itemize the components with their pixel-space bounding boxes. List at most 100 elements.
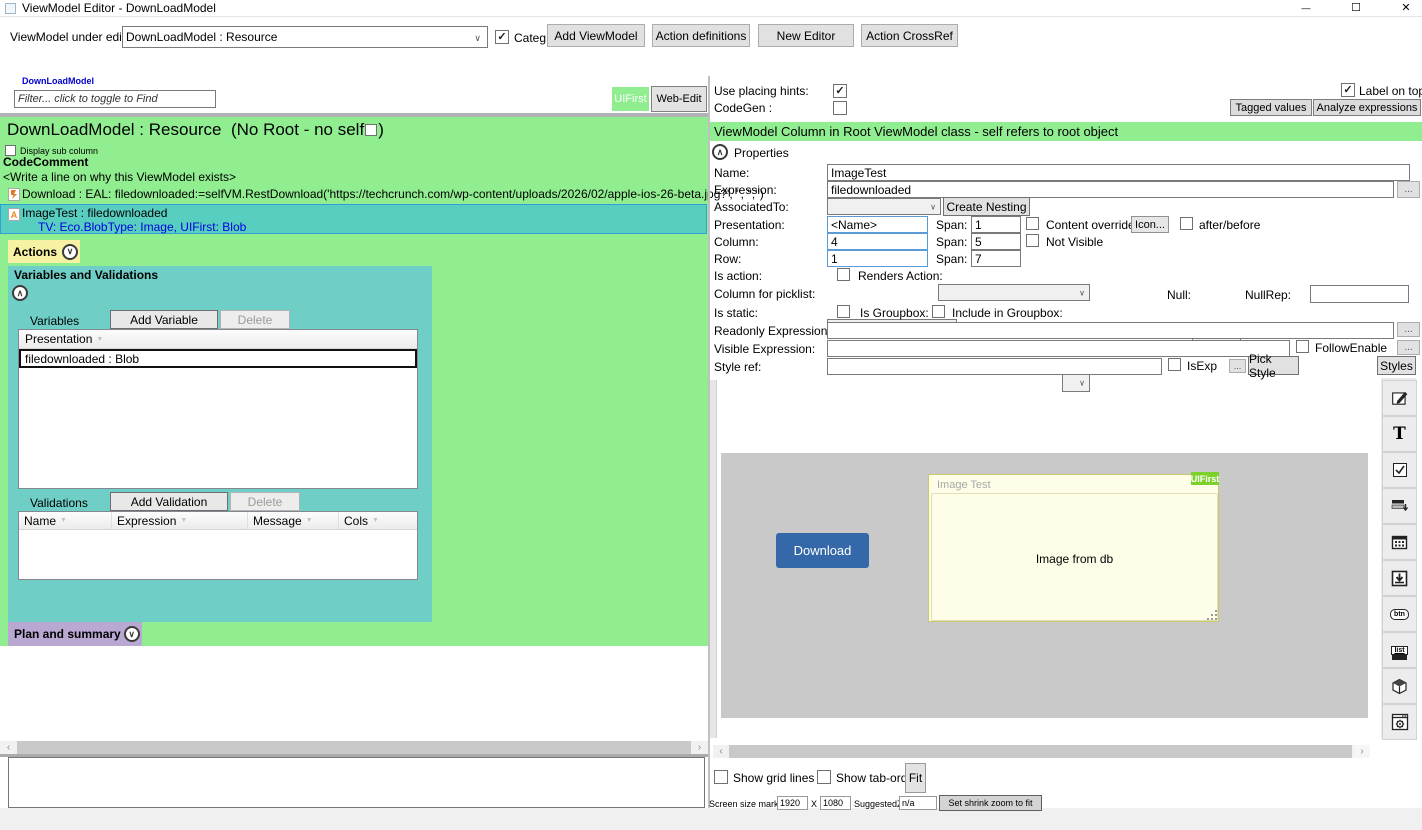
- filter-icon[interactable]: ▼: [96, 336, 103, 343]
- column-header-cols[interactable]: Cols ▼: [339, 512, 417, 529]
- icon-button[interactable]: Icon...: [1131, 216, 1169, 233]
- variables-collapse-icon[interactable]: ∧: [12, 285, 28, 301]
- add-viewmodel-button[interactable]: Add ViewModel: [547, 24, 645, 47]
- scroll-left-icon[interactable]: ‹: [713, 745, 729, 758]
- analyze-expressions-button[interactable]: Analyze expressions: [1313, 99, 1421, 116]
- span1-input[interactable]: 1: [971, 216, 1021, 233]
- combobox-control-icon[interactable]: [1382, 488, 1417, 524]
- scroll-right-icon[interactable]: ›: [691, 741, 708, 754]
- window-settings-icon[interactable]: [1382, 704, 1417, 740]
- readonly-expression-input[interactable]: [827, 322, 1394, 339]
- maximize-button[interactable]: ☐: [1342, 0, 1370, 15]
- validations-grid-header[interactable]: Name ▼ Expression ▼ Message ▼ Cols ▼: [19, 512, 417, 530]
- viewmodel-combo[interactable]: DownLoadModel : Resource ∨: [122, 26, 488, 48]
- action-definitions-button[interactable]: Action definitions: [652, 24, 750, 47]
- style-ellipsis-button[interactable]: ...: [1229, 359, 1246, 373]
- variable-row-selected[interactable]: filedownloaded : Blob: [19, 349, 417, 368]
- validations-grid[interactable]: Name ▼ Expression ▼ Message ▼ Cols ▼: [18, 511, 418, 580]
- button-control-icon[interactable]: btn: [1382, 596, 1417, 632]
- close-button[interactable]: ✕: [1392, 0, 1420, 15]
- not-visible-checkbox[interactable]: [1026, 234, 1039, 247]
- expression-input[interactable]: filedownloaded: [827, 181, 1394, 198]
- label-on-top-checkbox[interactable]: ✓: [1341, 83, 1355, 97]
- scroll-right-icon[interactable]: ›: [1354, 745, 1370, 758]
- visible-ellipsis-button[interactable]: ...: [1397, 340, 1420, 355]
- left-hscrollbar-thumb[interactable]: [17, 741, 691, 754]
- is-groupbox-checkbox[interactable]: [932, 305, 945, 318]
- presentation-input[interactable]: <Name>: [827, 216, 928, 233]
- column-header-expression[interactable]: Expression ▼: [112, 512, 248, 529]
- left-hscrollbar[interactable]: ‹ ›: [0, 741, 708, 754]
- codegen-checkbox[interactable]: [833, 101, 847, 115]
- new-editor-button[interactable]: New Editor: [758, 24, 854, 47]
- resize-grip-icon[interactable]: [1215, 618, 1217, 620]
- model-link[interactable]: DownLoadModel: [22, 76, 94, 86]
- web-edit-button[interactable]: Web-Edit: [651, 86, 707, 112]
- is-action-checkbox[interactable]: [837, 268, 850, 281]
- tree-row-download[interactable]: Download : EAL: filedownloaded:=selfVM.R…: [22, 187, 764, 201]
- uifirst-chip[interactable]: UIFirst: [612, 87, 649, 111]
- associatedto-combo[interactable]: ∨: [827, 198, 941, 215]
- isexp-checkbox[interactable]: [1168, 358, 1181, 371]
- span3-input[interactable]: 7: [971, 250, 1021, 267]
- pick-style-button[interactable]: Pick Style: [1248, 356, 1299, 375]
- variables-list[interactable]: Presentation ▼ filedownloaded : Blob: [18, 329, 418, 489]
- is-static-checkbox[interactable]: [837, 305, 850, 318]
- suggested-zoom-input[interactable]: n/a: [899, 796, 937, 810]
- preview-download-button[interactable]: Download: [776, 533, 869, 568]
- expression-ellipsis-button[interactable]: ...: [1397, 181, 1420, 198]
- actions-expand-icon[interactable]: ∨: [62, 244, 78, 260]
- scroll-left-icon[interactable]: ‹: [0, 741, 17, 754]
- use-placing-hints-checkbox[interactable]: ✓: [833, 84, 847, 98]
- delete-validation-button[interactable]: Delete: [230, 492, 300, 511]
- visible-expression-input[interactable]: [827, 340, 1290, 357]
- object-cube-icon[interactable]: [1382, 668, 1417, 704]
- include-in-groupbox-combo[interactable]: ∨: [1062, 374, 1090, 392]
- show-grid-lines-checkbox[interactable]: [714, 770, 728, 784]
- right-hscrollbar-thumb[interactable]: [729, 745, 1352, 758]
- tagged-values-button[interactable]: Tagged values: [1230, 99, 1312, 116]
- plan-summary-expand-icon[interactable]: ∨: [124, 626, 140, 642]
- span2-input[interactable]: 5: [971, 233, 1021, 250]
- categ-checkbox[interactable]: ✓: [495, 30, 509, 44]
- filter-icon[interactable]: ▼: [180, 517, 187, 524]
- edit-control-icon[interactable]: [1382, 380, 1417, 416]
- add-validation-button[interactable]: Add Validation: [110, 492, 228, 511]
- renders-action-combo[interactable]: ∨: [938, 284, 1090, 301]
- action-crossref-button[interactable]: Action CrossRef: [861, 24, 958, 47]
- name-input[interactable]: ImageTest: [827, 164, 1410, 181]
- set-shrink-zoom-button[interactable]: Set shrink zoom to fit: [939, 795, 1042, 811]
- style-ref-input[interactable]: [827, 358, 1162, 375]
- minimize-button[interactable]: —: [1292, 0, 1320, 15]
- image-control-icon[interactable]: [1382, 560, 1417, 596]
- properties-collapse-icon[interactable]: ∧: [712, 144, 728, 160]
- create-nesting-button[interactable]: Create Nesting: [943, 197, 1030, 216]
- add-variable-button[interactable]: Add Variable: [110, 310, 218, 329]
- column-input[interactable]: 4: [827, 233, 928, 250]
- column-header-message[interactable]: Message ▼: [248, 512, 339, 529]
- row-input[interactable]: 1: [827, 250, 928, 267]
- preview-vscrollbar[interactable]: [710, 380, 717, 738]
- after-before-checkbox[interactable]: [1180, 217, 1193, 230]
- filter-input[interactable]: Filter... click to toggle to Find: [14, 90, 216, 108]
- checkbox-control-icon[interactable]: [1382, 452, 1417, 488]
- fit-button[interactable]: Fit: [905, 763, 926, 793]
- nullrep-input[interactable]: [1310, 285, 1409, 303]
- filter-icon[interactable]: ▼: [60, 517, 67, 524]
- code-comment-text[interactable]: <Write a line on why this ViewModel exis…: [3, 170, 236, 184]
- filter-icon[interactable]: ▼: [372, 517, 379, 524]
- delete-variable-button[interactable]: Delete: [220, 310, 290, 329]
- list-control-icon[interactable]: list: [1382, 632, 1417, 668]
- column-header-name[interactable]: Name ▼: [19, 512, 112, 529]
- content-override-checkbox[interactable]: [1026, 217, 1039, 230]
- preview-image-control[interactable]: Image Test Image from db: [928, 474, 1219, 622]
- marker-width-input[interactable]: 1920: [777, 796, 808, 810]
- left-log-box[interactable]: [8, 757, 705, 808]
- marker-height-input[interactable]: 1080: [820, 796, 851, 810]
- filter-icon[interactable]: ▼: [306, 517, 313, 524]
- styles-button[interactable]: Styles: [1377, 356, 1416, 375]
- actions-section-header[interactable]: Actions ∨: [8, 240, 80, 263]
- no-self-checkbox[interactable]: [365, 124, 377, 136]
- plan-summary-section-header[interactable]: Plan and summary ∨: [8, 622, 142, 646]
- right-hscrollbar[interactable]: ‹ ›: [713, 745, 1370, 758]
